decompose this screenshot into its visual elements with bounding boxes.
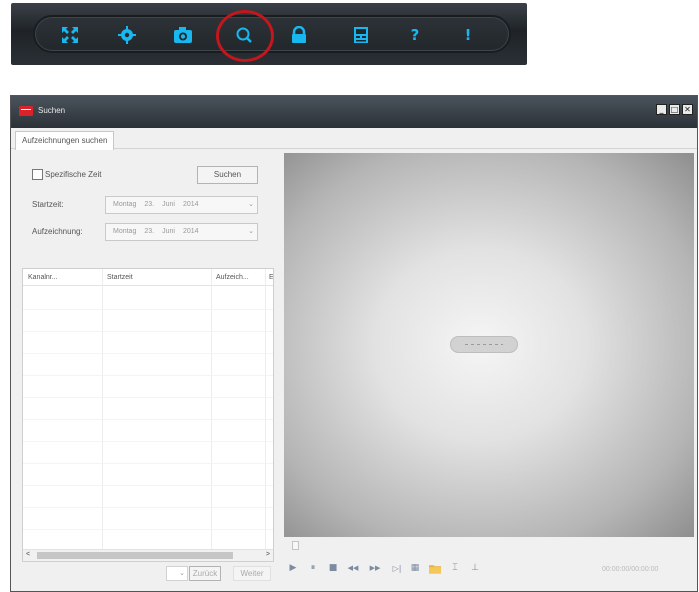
specific-time-label: Spezifische Zeit	[45, 170, 102, 179]
end-month: Juni	[162, 228, 175, 235]
stop-icon[interactable]: ■	[327, 562, 339, 574]
end-time-picker[interactable]: Montag 23. Juni 2014 ⌄	[105, 223, 258, 241]
alert-icon[interactable]: !	[457, 24, 479, 46]
title-bar: Suchen _ □ ✕	[11, 96, 697, 128]
main-toolbar: ? !	[11, 3, 527, 65]
scroll-right-icon[interactable]: >	[266, 551, 270, 558]
next-button[interactable]: Weiter	[233, 566, 271, 581]
row-divider	[23, 375, 273, 376]
start-time-picker[interactable]: Montag 23. Juni 2014 ⌄	[105, 196, 258, 214]
minimize-button[interactable]: _	[656, 104, 667, 115]
scrollbar-thumb[interactable]	[37, 552, 233, 559]
search-window: Suchen _ □ ✕ Aufzeichnungen suchen Spezi…	[10, 95, 698, 592]
back-button[interactable]: Zurück	[189, 566, 221, 581]
app-logo-icon	[19, 106, 33, 116]
end-time-label: Aufzeichnung:	[32, 227, 83, 236]
row-divider	[23, 463, 273, 464]
start-year: 2014	[182, 201, 199, 208]
end-day: 23.	[144, 228, 155, 235]
user-lock-icon[interactable]	[288, 24, 310, 46]
tab-strip: Aufzeichnungen suchen	[11, 128, 697, 150]
row-divider	[23, 529, 273, 530]
fast-icon[interactable]: ▶▶	[369, 562, 381, 574]
video-placeholder-badge	[450, 336, 518, 353]
video-preview[interactable]	[284, 153, 694, 537]
window-layout-icon[interactable]	[350, 24, 372, 46]
close-button[interactable]: ✕	[682, 104, 693, 115]
col-start-time[interactable]: Startzeit	[107, 274, 133, 281]
chevron-down-icon: ⌄	[248, 228, 254, 235]
scroll-left-icon[interactable]: <	[26, 551, 30, 558]
search-button[interactable]: Suchen	[197, 166, 258, 184]
fullscreen-icon[interactable]	[59, 24, 81, 46]
camera-icon[interactable]	[172, 24, 194, 46]
page-select[interactable]: ⌄	[166, 566, 188, 581]
row-divider	[23, 485, 273, 486]
window-title: Suchen	[38, 106, 66, 115]
search-highlight-ring	[216, 10, 274, 62]
gear-icon[interactable]	[116, 24, 138, 46]
column-divider	[211, 269, 212, 561]
row-divider	[23, 441, 273, 442]
horizontal-scrollbar[interactable]: < >	[23, 549, 273, 561]
frame-step-icon[interactable]: ▷|	[391, 562, 403, 574]
column-divider	[102, 269, 103, 561]
start-month: Juni	[162, 201, 175, 208]
clip-start-icon[interactable]: ⌶	[449, 562, 461, 574]
col-channel[interactable]: Kanalnr...	[28, 274, 58, 281]
col-end[interactable]: E	[269, 274, 273, 281]
end-year: 2014	[182, 228, 199, 235]
col-recording[interactable]: Aufzeich...	[216, 274, 249, 281]
start-time-label: Startzeit:	[32, 200, 64, 209]
slow-icon[interactable]: ◀◀	[347, 562, 359, 574]
snapshot-icon[interactable]: ▦	[409, 562, 421, 574]
results-list[interactable]: Kanalnr... Startzeit Aufzeich... E < >	[22, 268, 274, 562]
playback-timecode: 00:00:00/00:00:00	[602, 566, 659, 573]
help-icon[interactable]: ?	[404, 24, 426, 46]
seek-slider-handle[interactable]	[292, 541, 299, 550]
maximize-button[interactable]: □	[669, 104, 680, 115]
chevron-down-icon: ⌄	[248, 201, 254, 208]
clip-end-icon[interactable]: ⊥	[469, 562, 481, 574]
row-divider	[23, 419, 273, 420]
row-divider	[23, 353, 273, 354]
row-divider	[23, 397, 273, 398]
start-day: 23.	[144, 201, 155, 208]
end-weekday: Montag	[113, 228, 137, 235]
row-divider	[23, 331, 273, 332]
row-divider	[23, 309, 273, 310]
row-divider	[23, 507, 273, 508]
start-weekday: Montag	[113, 201, 137, 208]
play-icon[interactable]: ▶	[287, 562, 299, 574]
tab-search-recordings[interactable]: Aufzeichnungen suchen	[15, 131, 115, 150]
pause-icon[interactable]: ⏸	[307, 562, 319, 574]
specific-time-checkbox[interactable]	[32, 169, 43, 180]
results-header: Kanalnr... Startzeit Aufzeich... E	[23, 269, 273, 286]
column-divider	[265, 269, 266, 561]
folder-icon[interactable]	[429, 562, 441, 574]
